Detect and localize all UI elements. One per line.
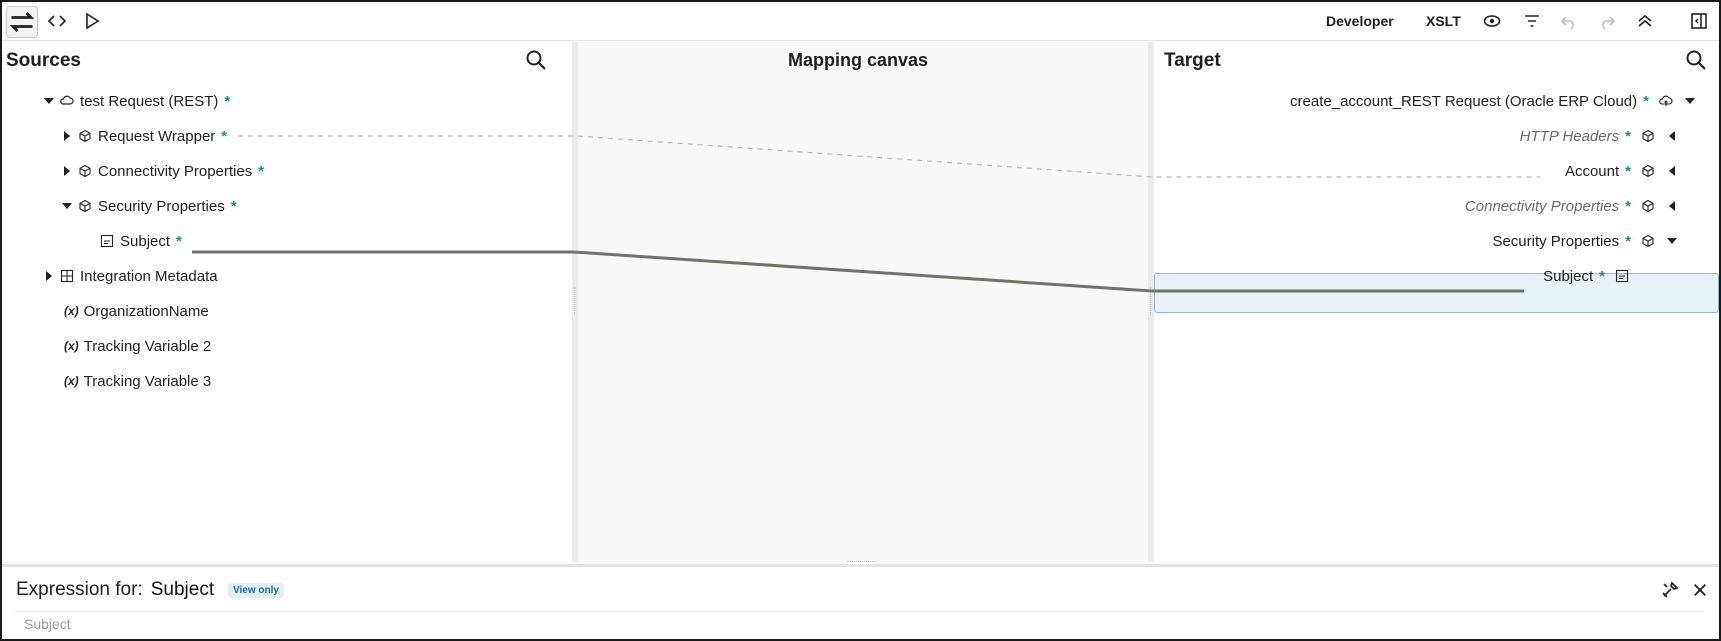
grid-icon — [58, 267, 76, 285]
splitter-grip — [574, 287, 577, 315]
test-run-icon[interactable] — [77, 6, 107, 36]
tree-item-label: Request Wrapper — [98, 127, 216, 145]
cube-icon — [76, 197, 94, 215]
sources-panel: Sources test Request (REST) * Request Wr… — [2, 42, 572, 562]
tree-item-label: Connectivity Properties — [98, 162, 253, 180]
tree-item-label: Account — [1564, 162, 1620, 180]
cube-icon — [1639, 232, 1657, 250]
close-icon[interactable] — [1685, 575, 1715, 605]
required-marker: * — [230, 197, 237, 215]
redo-icon[interactable] — [1592, 6, 1622, 36]
caret-right-icon[interactable] — [40, 267, 58, 285]
code-view-icon[interactable] — [42, 6, 72, 36]
mapping-canvas[interactable]: Mapping canvas — [578, 42, 1148, 562]
variable-icon: (x) — [64, 304, 79, 318]
xslt-button[interactable]: XSLT — [1420, 6, 1467, 36]
variable-icon: (x) — [64, 339, 79, 353]
tools-icon[interactable] — [1655, 575, 1685, 605]
filter-icon[interactable] — [1517, 6, 1547, 36]
expression-pane: Expression for: Subject View only — [2, 564, 1719, 639]
caret-down-icon[interactable] — [40, 92, 58, 110]
cube-icon — [1639, 197, 1657, 215]
cube-icon — [1639, 162, 1657, 180]
tree-item-organization-name[interactable]: (x) OrganizationName — [64, 296, 209, 326]
cube-icon — [76, 162, 94, 180]
rest-cloud-icon — [58, 92, 76, 110]
required-marker: * — [1625, 197, 1631, 215]
caret-down-icon[interactable] — [1681, 92, 1699, 110]
tree-item-label: Subject — [1543, 267, 1594, 285]
target-item-create-account-request[interactable]: create_account_REST Request (Oracle ERP … — [1290, 86, 1699, 116]
caret-left-icon[interactable] — [1663, 197, 1681, 215]
sources-title: Sources — [6, 50, 81, 71]
required-marker: * — [1643, 92, 1649, 110]
target-search-icon[interactable] — [1682, 46, 1710, 74]
expression-field-name: Subject — [150, 579, 215, 600]
panel-toggle-icon[interactable] — [1684, 6, 1714, 36]
required-marker: * — [176, 232, 182, 250]
target-item-http-headers[interactable]: HTTP Headers * — [1520, 121, 1681, 151]
target-item-subject[interactable]: Subject * — [1543, 261, 1631, 291]
required-marker: * — [221, 127, 228, 145]
mapper-window: Developer XSLT Sources test Request (RES… — [0, 0, 1721, 641]
tree-item-integration-metadata[interactable]: Integration Metadata — [40, 261, 218, 291]
tree-item-tracking-variable-2[interactable]: (x) Tracking Variable 2 — [64, 331, 211, 361]
tree-item-label: Tracking Variable 3 — [83, 372, 212, 390]
tree-item-label: create_account_REST Request (Oracle ERP … — [1290, 92, 1638, 110]
sources-search-icon[interactable] — [522, 46, 550, 74]
tree-item-label: Integration Metadata — [80, 267, 218, 285]
target-item-connectivity-properties[interactable]: Connectivity Properties * — [1465, 191, 1681, 221]
tree-item-connectivity-properties[interactable]: Connectivity Properties * — [58, 156, 264, 186]
caret-left-icon[interactable] — [1663, 162, 1681, 180]
cloud-upload-icon — [1657, 92, 1675, 110]
undo-icon[interactable] — [1554, 6, 1584, 36]
required-marker: * — [224, 92, 231, 110]
caret-down-icon[interactable] — [58, 197, 76, 215]
cube-icon — [76, 127, 94, 145]
eye-icon[interactable] — [1477, 6, 1507, 36]
text-field-icon — [1613, 267, 1631, 285]
tree-item-label: Security Properties — [98, 197, 225, 215]
caret-left-icon[interactable] — [1663, 127, 1681, 145]
mapper-view-icon[interactable] — [6, 6, 38, 38]
expression-label: Expression for: Subject — [16, 579, 215, 600]
text-field-icon — [98, 232, 116, 250]
tree-item-label: Subject — [120, 232, 171, 250]
tree-item-tracking-variable-3[interactable]: (x) Tracking Variable 3 — [64, 366, 211, 396]
developer-mode-button[interactable]: Developer — [1320, 6, 1400, 36]
tree-item-security-properties[interactable]: Security Properties * — [58, 191, 237, 221]
target-panel: Target create_account_REST Request (Orac… — [1154, 42, 1719, 562]
tree-item-label: Connectivity Properties — [1464, 197, 1620, 215]
tree-item-label: OrganizationName — [83, 302, 209, 320]
target-item-account[interactable]: Account * — [1565, 156, 1681, 186]
required-marker: * — [1625, 162, 1631, 180]
tree-item-request-wrapper[interactable]: Request Wrapper * — [58, 121, 227, 151]
tree-item-label: Security Properties — [1492, 232, 1620, 250]
tree-item-label: Tracking Variable 2 — [83, 337, 212, 355]
target-item-security-properties[interactable]: Security Properties * — [1492, 226, 1681, 256]
toolbar: Developer XSLT — [2, 2, 1719, 41]
required-marker: * — [258, 162, 265, 180]
tree-item-subject[interactable]: Subject * — [98, 226, 182, 256]
collapse-all-icon[interactable] — [1630, 6, 1660, 36]
tree-item-label: HTTP Headers — [1519, 127, 1620, 145]
view-only-badge: View only — [228, 583, 284, 598]
target-title: Target — [1164, 50, 1221, 71]
canvas-title: Mapping canvas — [788, 50, 929, 70]
required-marker: * — [1599, 267, 1605, 285]
expression-input[interactable] — [14, 611, 1704, 635]
required-marker: * — [1625, 127, 1631, 145]
tree-item-test-request[interactable]: test Request (REST) * — [40, 86, 230, 116]
splitter-grip — [1150, 287, 1153, 315]
tree-item-label: test Request (REST) — [80, 92, 219, 110]
cube-icon — [1639, 127, 1657, 145]
required-marker: * — [1625, 232, 1631, 250]
caret-right-icon[interactable] — [58, 127, 76, 145]
caret-down-icon[interactable] — [1663, 232, 1681, 250]
variable-icon: (x) — [64, 374, 79, 388]
caret-right-icon[interactable] — [58, 162, 76, 180]
